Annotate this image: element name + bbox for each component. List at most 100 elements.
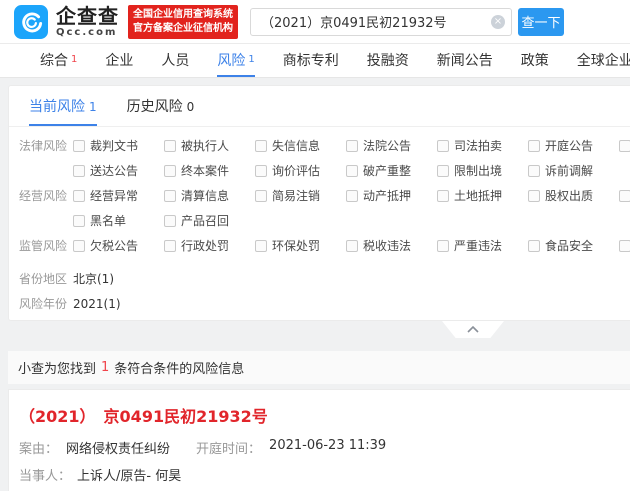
checkbox-icon[interactable]	[619, 239, 630, 252]
checkbox-icon[interactable]	[164, 139, 176, 152]
risk-filter-option-label: 法院公告	[363, 139, 412, 153]
risk-filter-option[interactable]: 简易注销	[255, 187, 346, 204]
checkbox-icon[interactable]	[255, 164, 267, 177]
clear-search-icon[interactable]: ×	[491, 14, 505, 29]
filter-group-label: 经营风险	[19, 189, 68, 203]
filter-row: 黑名单 产品召回	[9, 208, 630, 233]
risk-filter-option[interactable]: 行政处罚	[164, 237, 255, 254]
nav-item-quanqiu-qiye[interactable]: 全球企业	[577, 44, 630, 77]
tab-count: 0	[186, 100, 195, 114]
province-label: 省份地区	[19, 272, 68, 286]
risk-filter-option[interactable]: 股权出质	[528, 187, 619, 204]
checkbox-icon[interactable]	[346, 139, 358, 152]
risk-filter-option[interactable]: 失信信息	[255, 137, 346, 154]
checkbox-icon[interactable]	[437, 164, 449, 177]
checkbox-icon[interactable]	[73, 214, 85, 227]
nav-item-shangbiao-zhuanli[interactable]: 商标专利	[283, 44, 339, 77]
checkbox-icon[interactable]	[164, 164, 176, 177]
risk-tabs: 当前风险 1 历史风险 0	[9, 86, 630, 127]
risk-filter-option[interactable]: 送达公告	[73, 162, 164, 179]
risk-filter-option[interactable]: 裁判文书	[73, 137, 164, 154]
risk-filter-option[interactable]: 食品安全	[528, 237, 619, 254]
checkbox-icon[interactable]	[437, 189, 449, 202]
risk-filter-option-label: 环保处罚	[272, 239, 321, 253]
checkbox-icon[interactable]	[164, 214, 176, 227]
risk-filter-option[interactable]: 严重违法	[437, 237, 528, 254]
risk-filter-option-label: 食品安全	[545, 239, 594, 253]
risk-result-card: （2021） 京0491民初21932号 案由： 网络侵权责任纠纷 开庭时间： 2…	[8, 389, 630, 491]
risk-filter-option[interactable]: 黑名单	[73, 212, 164, 229]
checkbox-icon[interactable]	[437, 139, 449, 152]
qcc-logo-text[interactable]: 企查查 Qcc.com	[56, 6, 118, 38]
checkbox-icon[interactable]	[528, 239, 540, 252]
tab-count: 1	[89, 100, 97, 114]
year-value[interactable]: 2021(1)	[73, 297, 121, 311]
checkbox-icon[interactable]	[73, 239, 85, 252]
checkbox-icon[interactable]	[619, 189, 630, 202]
case-number-title[interactable]: （2021） 京0491民初21932号	[19, 403, 630, 427]
year-filter-row: 风险年份 2021(1)	[9, 291, 630, 316]
risk-filter-option[interactable]: 终本案件	[164, 162, 255, 179]
risk-filter-option[interactable]: 被执行人	[164, 137, 255, 154]
search-input[interactable]	[250, 7, 512, 36]
checkbox-icon[interactable]	[255, 139, 267, 152]
checkbox-icon[interactable]	[619, 139, 630, 152]
risk-filter-option[interactable]: 破产重整	[346, 162, 437, 179]
risk-filter-option[interactable]: 开庭公告	[528, 137, 619, 154]
risk-filter-option-label: 失信信息	[272, 139, 321, 153]
risk-filter-option[interactable]: 询价评估	[255, 162, 346, 179]
checkbox-icon[interactable]	[164, 189, 176, 202]
checkbox-icon[interactable]	[255, 189, 267, 202]
logo-domain: Qcc.com	[56, 26, 118, 38]
province-value[interactable]: 北京(1)	[73, 270, 114, 287]
nav-item-zhengce[interactable]: 政策	[521, 44, 549, 77]
risk-filter-option[interactable]: 税收违法	[346, 237, 437, 254]
risk-filter-option[interactable]: 司法拍卖	[437, 137, 528, 154]
risk-filter-option-partial[interactable]	[619, 139, 630, 152]
checkbox-icon[interactable]	[164, 239, 176, 252]
top-header: 企查查 Qcc.com 全国企业信用查询系统 官方备案企业征信机构 × 查一下	[0, 0, 630, 44]
qcc-logo-icon[interactable]	[14, 4, 48, 39]
checkbox-icon[interactable]	[528, 139, 540, 152]
checkbox-icon[interactable]	[437, 239, 449, 252]
case-number: 京0491民初21932号	[103, 407, 268, 426]
risk-filter-option-partial[interactable]	[619, 239, 630, 252]
checkbox-icon[interactable]	[73, 164, 85, 177]
checkbox-icon[interactable]	[528, 189, 540, 202]
checkbox-icon[interactable]	[73, 189, 85, 202]
risk-filter-option[interactable]: 诉前调解	[528, 162, 619, 179]
risk-filter-option[interactable]: 法院公告	[346, 137, 437, 154]
risk-filter-option-label: 询价评估	[272, 164, 321, 178]
risk-filter-option[interactable]: 经营异常	[73, 187, 164, 204]
risk-filter-option-partial[interactable]	[619, 189, 630, 202]
risk-filter-option-label: 送达公告	[90, 164, 139, 178]
logo-name: 企查查	[56, 3, 119, 28]
checkbox-icon[interactable]	[255, 239, 267, 252]
risk-filter-option[interactable]: 产品召回	[164, 212, 255, 229]
summary-prefix: 小查为您找到	[18, 362, 97, 377]
checkbox-icon[interactable]	[346, 164, 358, 177]
risk-filter-option[interactable]: 清算信息	[164, 187, 255, 204]
risk-filter-option[interactable]: 土地抵押	[437, 187, 528, 204]
risk-filter-option[interactable]: 欠税公告	[73, 237, 164, 254]
checkbox-icon[interactable]	[346, 239, 358, 252]
collapse-filters-button[interactable]	[442, 321, 504, 338]
risk-filter-option[interactable]: 限制出境	[437, 162, 528, 179]
nav-item-xinwen-gonggao[interactable]: 新闻公告	[437, 44, 493, 77]
tab-history-risk[interactable]: 历史风险 0	[127, 96, 195, 126]
risk-filter-option-label: 欠税公告	[90, 239, 139, 253]
risk-filter-option[interactable]: 环保处罚	[255, 237, 346, 254]
nav-item-zonghe[interactable]: 综合 1	[40, 44, 77, 77]
nav-item-qiye[interactable]: 企业	[105, 44, 133, 77]
tab-current-risk[interactable]: 当前风险 1	[29, 96, 97, 126]
checkbox-icon[interactable]	[528, 164, 540, 177]
nav-item-fengxian[interactable]: 风险 1	[217, 44, 255, 77]
risk-filter-option-label: 黑名单	[90, 214, 127, 228]
nav-item-tourongzi[interactable]: 投融资	[367, 44, 409, 77]
search-button[interactable]: 查一下	[518, 7, 564, 36]
checkbox-icon[interactable]	[346, 189, 358, 202]
risk-filter-option[interactable]: 动产抵押	[346, 187, 437, 204]
checkbox-icon[interactable]	[73, 139, 85, 152]
nav-item-renyuan[interactable]: 人员	[161, 44, 189, 77]
cause-label: 案由：	[19, 442, 59, 457]
